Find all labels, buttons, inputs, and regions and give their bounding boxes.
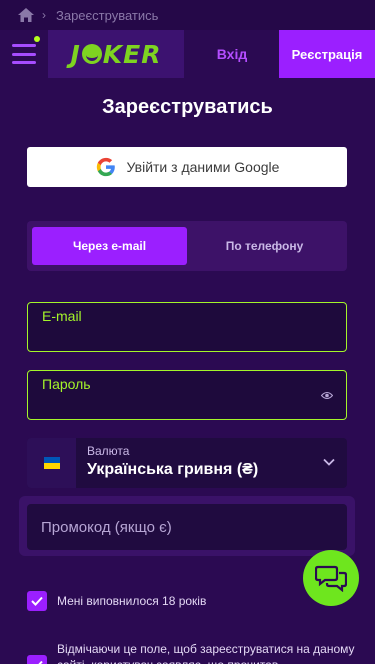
- currency-select[interactable]: Валюта Українська гривня (₴): [27, 438, 347, 488]
- chat-button[interactable]: [303, 550, 359, 606]
- password-field[interactable]: Пароль: [27, 370, 347, 420]
- chat-bubbles-icon: [315, 565, 347, 592]
- google-login-label: Увійти з даними Google: [126, 159, 280, 175]
- login-link[interactable]: Вхід: [200, 30, 264, 78]
- breadcrumb-current: Зареєструватись: [56, 7, 159, 23]
- logo-text: J KER: [70, 39, 162, 69]
- promo-code-placeholder: Промокод (якщо є): [41, 518, 172, 536]
- chevron-down-icon[interactable]: [323, 458, 335, 466]
- google-login-button[interactable]: Увійти з даними Google: [27, 147, 347, 187]
- home-icon[interactable]: [18, 8, 34, 22]
- promo-code-input[interactable]: Промокод (якщо є): [27, 504, 347, 550]
- email-field-label: E-mail: [42, 308, 82, 324]
- email-field[interactable]: E-mail: [27, 302, 347, 352]
- page-title: Зареєструватись: [102, 96, 273, 118]
- ukraine-flag-icon: [43, 457, 60, 469]
- hamburger-icon[interactable]: [12, 44, 36, 64]
- currency-value: Українська гривня (₴): [87, 461, 259, 478]
- google-icon: [96, 157, 115, 177]
- registration-method-tabs: Через e-mail По телефону: [27, 221, 347, 271]
- age-checkbox[interactable]: [27, 591, 47, 611]
- promo-code-container: Промокод (якщо є): [19, 496, 355, 556]
- logo[interactable]: J KER: [48, 30, 184, 78]
- eye-icon[interactable]: [321, 391, 333, 400]
- checkmark-icon: [38, 660, 43, 664]
- flag-box: [27, 438, 76, 488]
- terms-checkbox[interactable]: [27, 655, 47, 664]
- password-field-label: Пароль: [42, 376, 91, 392]
- smiley-icon: [81, 44, 102, 64]
- age-consent-label: Мені виповнилося 18 років: [57, 594, 207, 608]
- notification-dot: [34, 36, 40, 42]
- header: J KER Вхід Реєстрація: [0, 30, 375, 78]
- currency-label: Валюта: [87, 444, 130, 458]
- chevron-right-icon: ›: [42, 8, 46, 22]
- terms-consent-label: Відмічаючи це поле, щоб зареєструватися …: [57, 642, 355, 664]
- register-button[interactable]: Реєстрація: [279, 30, 375, 78]
- breadcrumb: › Зареєструватись: [0, 0, 375, 30]
- checkmark-icon: [31, 596, 43, 606]
- tab-phone[interactable]: По телефону: [187, 227, 342, 265]
- tab-email[interactable]: Через e-mail: [32, 227, 187, 265]
